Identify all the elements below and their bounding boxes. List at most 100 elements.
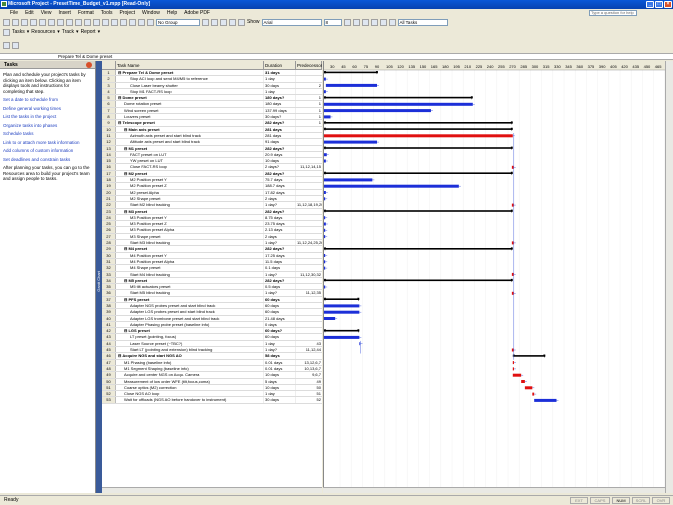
predecessors-cell[interactable]	[296, 284, 322, 289]
tasks-toggle-icon[interactable]	[3, 28, 10, 36]
row-id[interactable]: 43	[102, 334, 116, 340]
row-id[interactable]: 14	[102, 151, 116, 158]
row-id[interactable]: 27	[102, 233, 116, 239]
align-right-icon[interactable]	[388, 18, 396, 26]
predecessors-cell[interactable]	[296, 265, 322, 270]
predecessors-cell[interactable]	[296, 76, 322, 81]
row-id[interactable]: 24	[102, 214, 116, 221]
bold-icon[interactable]	[343, 18, 351, 26]
predecessors-cell[interactable]: 50	[296, 385, 322, 390]
predecessors-cell[interactable]	[296, 158, 322, 163]
row-id[interactable]: 12	[102, 139, 116, 145]
column-header-task-name[interactable]: Task Name	[116, 61, 264, 69]
task-name-cell[interactable]: ⊟ M2 preset	[116, 170, 264, 176]
duration-cell[interactable]: 31 days	[264, 70, 296, 76]
predecessors-cell[interactable]	[296, 303, 322, 308]
menu-item-edit[interactable]: Edit	[25, 10, 34, 16]
task-name-cell[interactable]: Laser Source preset (~TBC?)	[116, 340, 264, 347]
task-name-cell[interactable]: Close Laser beamy shutter	[116, 82, 264, 88]
duration-cell[interactable]: 75.7 days	[264, 177, 296, 183]
predecessors-cell[interactable]	[296, 139, 322, 144]
predecessors-cell[interactable]: 2	[296, 83, 322, 88]
duration-cell[interactable]: 180 days?	[264, 95, 296, 101]
row-id[interactable]: 31	[102, 258, 116, 265]
task-name-cell[interactable]: M1 Segment Shaping (baseline info)	[116, 365, 264, 372]
row-id[interactable]: 47	[102, 359, 116, 365]
predecessors-cell[interactable]: 11,12,44	[296, 347, 322, 352]
row-id[interactable]: 29	[102, 246, 116, 252]
duration-cell[interactable]: 0.01 days	[264, 359, 296, 365]
row-id[interactable]: 40	[102, 315, 116, 321]
duration-cell[interactable]: 1 day?	[264, 271, 296, 277]
row-id[interactable]: 17	[102, 170, 116, 176]
align-center-icon[interactable]	[379, 18, 387, 26]
task-name-cell[interactable]: Stop ACI loop and send M4/M5 to referenc…	[116, 76, 264, 82]
help-search-input[interactable]: Type a question for help	[589, 10, 637, 16]
duration-cell[interactable]: 5 days	[264, 378, 296, 384]
maximize-button[interactable]: □	[655, 1, 663, 8]
duration-cell[interactable]: 0.1 days	[264, 265, 296, 271]
indent-icon[interactable]	[3, 41, 10, 49]
row-id[interactable]: 49	[102, 372, 116, 378]
duration-cell[interactable]: 1 day	[264, 88, 296, 95]
duration-cell[interactable]: 2 days	[264, 195, 296, 202]
task-name-cell[interactable]: M1 Phasing (baseline info)	[116, 359, 264, 365]
task-name-cell[interactable]: Start M4 blind tracking	[116, 271, 264, 277]
predecessors-cell[interactable]	[296, 133, 322, 138]
task-name-cell[interactable]: Louvers preset	[116, 114, 264, 120]
gantt-chart[interactable]: 30 45 60 75 90 105 120 135 150 165 180 195 210 225 240…	[323, 61, 665, 493]
duration-cell[interactable]: 281 days	[264, 132, 296, 139]
predecessors-cell[interactable]	[296, 227, 322, 232]
predecessors-cell[interactable]: 11,12,24,25,26,27	[296, 240, 322, 245]
row-id[interactable]: 52	[102, 391, 116, 397]
task-name-cell[interactable]: M4 Position preset Y	[116, 252, 264, 258]
row-id[interactable]: 33	[102, 271, 116, 277]
task-name-cell[interactable]: M3 Position preset Y	[116, 214, 264, 221]
row-id[interactable]: 6	[102, 101, 116, 107]
predecessors-cell[interactable]	[296, 190, 322, 195]
task-name-cell[interactable]: ⊟ LGS preset	[116, 328, 264, 334]
row-id[interactable]: 10	[102, 126, 116, 132]
tasks-pane-link[interactable]: Define general working times	[0, 106, 95, 112]
print-icon[interactable]	[30, 18, 37, 26]
predecessors-cell[interactable]	[296, 316, 322, 321]
unlink-icon[interactable]	[111, 18, 118, 26]
predecessors-cell[interactable]: 9,6,7	[296, 372, 322, 377]
column-header-duration[interactable]: Duration	[264, 61, 296, 69]
row-id[interactable]: 35	[102, 284, 116, 290]
duration-cell[interactable]: 17.82 days	[264, 189, 296, 195]
duration-cell[interactable]: 10 days	[264, 372, 296, 378]
duration-cell[interactable]: 21.48 days	[264, 315, 296, 321]
row-id[interactable]: 50	[102, 378, 116, 384]
duration-cell[interactable]: 58 days	[264, 353, 296, 359]
duration-cell[interactable]: 1 day?	[264, 290, 296, 296]
row-id[interactable]: 51	[102, 384, 116, 391]
duration-cell[interactable]: 282 days?	[264, 277, 296, 284]
predecessors-cell[interactable]	[296, 328, 322, 333]
row-id[interactable]: 20	[102, 189, 116, 195]
menu-item-help[interactable]: Help	[167, 10, 177, 16]
zoom-in-icon[interactable]	[202, 18, 209, 26]
predecessors-cell[interactable]: 11,12,14,15	[296, 164, 322, 169]
task-name-cell[interactable]: Altitude axis preset and start blind tra…	[116, 139, 264, 145]
duration-cell[interactable]: 1 day?	[264, 202, 296, 208]
duration-cell[interactable]: 1 day?	[264, 240, 296, 246]
predecessors-cell[interactable]: 1	[296, 120, 322, 125]
task-name-cell[interactable]: M3 Shape preset	[116, 233, 264, 239]
task-name-cell[interactable]: Close FACT-RS loop	[116, 164, 264, 170]
row-id[interactable]: 8	[102, 114, 116, 120]
predecessors-cell[interactable]: 43	[296, 341, 322, 346]
menu-item-view[interactable]: View	[41, 10, 52, 16]
task-name-cell[interactable]: ⊟ M1 preset	[116, 145, 264, 151]
minimize-button[interactable]: _	[646, 1, 654, 8]
align-left-icon[interactable]	[370, 18, 378, 26]
task-name-cell[interactable]: FACT preset on LUT	[116, 151, 264, 158]
row-id[interactable]: 36	[102, 290, 116, 296]
row-id[interactable]: 25	[102, 221, 116, 227]
font-select[interactable]: Arial	[261, 18, 322, 26]
row-id[interactable]: 42	[102, 328, 116, 334]
save-icon[interactable]	[21, 18, 28, 26]
row-id[interactable]: 30	[102, 252, 116, 258]
predecessors-cell[interactable]: 11,12,35	[296, 290, 322, 295]
help-icon[interactable]	[238, 18, 245, 26]
